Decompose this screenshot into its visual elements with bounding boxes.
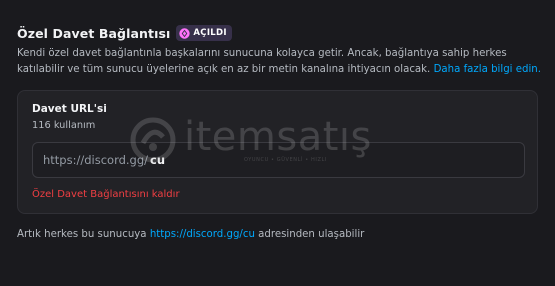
- remove-invite-link[interactable]: Özel Davet Bağlantısını kaldır: [32, 189, 180, 200]
- section-title: Özel Davet Bağlantısı: [17, 25, 171, 41]
- boost-gem-icon: [179, 27, 191, 39]
- footer-note: Artık herkes bu sunucuya https://discord…: [17, 229, 364, 240]
- invite-url-label: Davet URL'si: [32, 103, 107, 115]
- footer-invite-link[interactable]: https://discord.gg/cu: [150, 229, 255, 240]
- badge-label: AÇILDI: [193, 28, 227, 38]
- section-header: Özel Davet Bağlantısı AÇILDI: [17, 25, 232, 41]
- footer-text-before: Artık herkes bu sunucuya: [17, 229, 147, 240]
- invite-code-value[interactable]: cu: [150, 153, 165, 167]
- invite-url-input[interactable]: https://discord.gg/ cu: [32, 142, 525, 178]
- unlocked-badge: AÇILDI: [176, 25, 232, 41]
- footer-text-after: adresinden ulaşabilir: [258, 229, 365, 240]
- invite-uses-count: 116 kullanım: [32, 120, 96, 131]
- url-prefix: https://discord.gg/: [43, 153, 149, 167]
- section-description: Kendi özel davet bağlantınla başkalarını…: [17, 46, 545, 78]
- invite-card: Davet URL'si 116 kullanım https://discor…: [17, 90, 538, 214]
- learn-more-link[interactable]: Daha fazla bilgi edin.: [434, 64, 541, 75]
